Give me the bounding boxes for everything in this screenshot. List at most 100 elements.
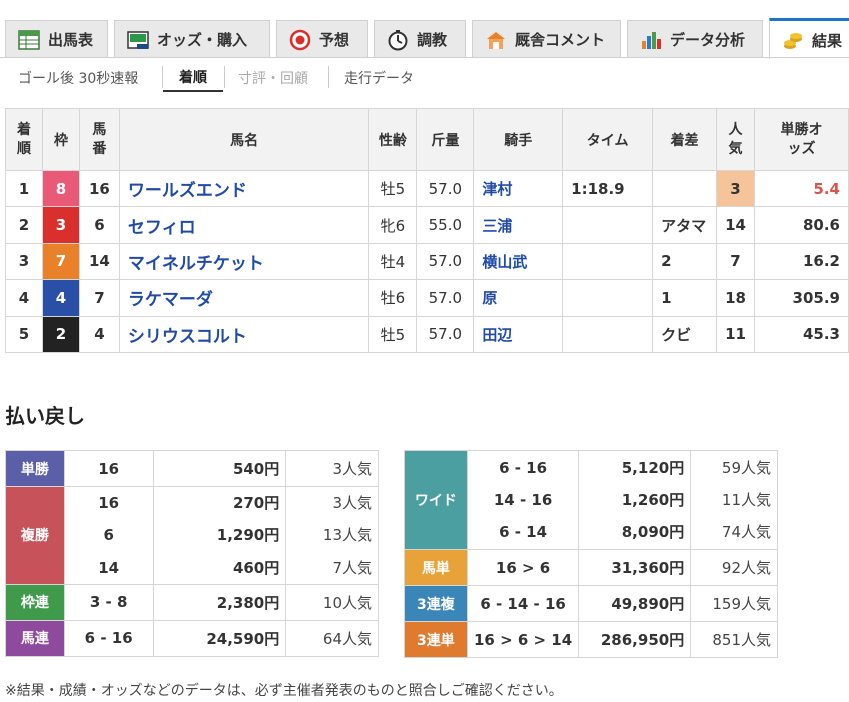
jockey-link[interactable]: 三浦 bbox=[473, 206, 564, 244]
waku-cell: 2 bbox=[41, 315, 80, 353]
stable-icon bbox=[485, 29, 507, 51]
result-table: 着順 枠 馬番 馬名 性齢 斤量 騎手 タイム 着差 人気 単勝オッズ 1 8 … bbox=[5, 108, 849, 353]
header-weight: 斤量 bbox=[416, 108, 475, 171]
horse-name-link[interactable]: マイネルチケット bbox=[118, 242, 370, 281]
tab-label: 予想 bbox=[319, 31, 350, 49]
margin-cell bbox=[652, 169, 718, 208]
horse-name-link[interactable]: セフィロ bbox=[118, 206, 370, 244]
weight-cell: 57.0 bbox=[416, 279, 475, 317]
amount-cell: 270円 1,290円 460円 bbox=[152, 486, 287, 585]
bet-type-label: 単勝 bbox=[5, 450, 65, 487]
number-cell: 4 bbox=[78, 315, 120, 353]
rank-cell: 4 bbox=[5, 279, 43, 317]
waku-cell: 4 bbox=[41, 279, 80, 317]
header-rank: 着順 bbox=[5, 108, 43, 171]
tab-label: 調教 bbox=[417, 31, 448, 49]
amount-line: 460円 bbox=[232, 558, 280, 577]
popularity-cell: 3人気 bbox=[285, 450, 379, 487]
combo-cell: 6 - 14 - 16 bbox=[466, 585, 580, 622]
popularity-cell: 59人気 11人気 74人気 bbox=[690, 450, 778, 550]
combo-line: 14 - 16 bbox=[493, 490, 553, 509]
pop-line: 13人気 bbox=[322, 526, 372, 545]
odds-cell: 45.3 bbox=[754, 315, 849, 353]
time-cell bbox=[562, 206, 654, 244]
bet-type-label: ワイド bbox=[404, 450, 468, 550]
time-cell bbox=[562, 315, 654, 353]
horse-name-link[interactable]: シリウスコルト bbox=[118, 315, 370, 353]
odds-cell: 16.2 bbox=[754, 242, 849, 281]
tab-data-analysis[interactable]: データ分析 bbox=[627, 20, 763, 58]
pop-line: 7人気 bbox=[332, 558, 372, 577]
combo-line: 6 - 14 bbox=[499, 523, 548, 542]
tab-label: 結果 bbox=[812, 31, 843, 50]
odds-cell: 5.4 bbox=[754, 169, 849, 208]
popularity-cell: 14 bbox=[716, 206, 755, 244]
amount-cell: 5,120円 1,260円 8,090円 bbox=[578, 450, 692, 550]
stopwatch-icon bbox=[387, 29, 409, 51]
time-cell bbox=[562, 242, 654, 281]
table-header-row: 着順 枠 馬番 馬名 性齢 斤量 騎手 タイム 着差 人気 単勝オッズ bbox=[5, 108, 849, 171]
amount-cell: 2,380円 bbox=[152, 583, 287, 621]
combo-cell: 3 - 8 bbox=[63, 583, 154, 621]
sex-age-cell: 牡5 bbox=[368, 315, 418, 353]
number-cell: 7 bbox=[78, 279, 120, 317]
sex-age-cell: 牡6 bbox=[368, 279, 418, 317]
pop-line: 11人気 bbox=[721, 490, 771, 509]
tab-label: 出馬表 bbox=[48, 31, 94, 49]
tab-stable-comment[interactable]: 厩舎コメント bbox=[472, 20, 621, 58]
subtab-review[interactable]: 寸評・回顧 bbox=[238, 64, 308, 92]
header-jockey: 騎手 bbox=[473, 108, 564, 171]
popularity-cell: 3 bbox=[716, 169, 755, 208]
subtab-finish-order[interactable]: 着順 bbox=[163, 64, 223, 92]
tab-label: 厩舎コメント bbox=[515, 31, 606, 49]
rank-cell: 1 bbox=[5, 169, 43, 208]
pop-line: 3人気 bbox=[332, 494, 372, 512]
subtab-divider bbox=[328, 66, 329, 88]
combo-line: 6 - 16 bbox=[499, 458, 548, 477]
weight-cell: 55.0 bbox=[416, 206, 475, 244]
tab-training[interactable]: 調教 bbox=[374, 20, 466, 58]
main-tabs: 出馬表 オッズ・購入 予想 調教 厩舎コメント データ分析 結果 bbox=[0, 0, 849, 59]
table-row: 1 8 16 ワールズエンド 牡5 57.0 津村 1:18.9 3 5.4 bbox=[5, 169, 849, 208]
coins-icon bbox=[782, 29, 804, 51]
horse-name-link[interactable]: ラケマーダ bbox=[118, 279, 370, 317]
table-row: 3 7 14 マイネルチケット 牡4 57.0 横山武 2 7 16.2 bbox=[5, 242, 849, 281]
weight-cell: 57.0 bbox=[416, 242, 475, 281]
subtab-running-data[interactable]: 走行データ bbox=[344, 64, 414, 92]
amount-cell: 49,890円 bbox=[578, 585, 692, 622]
bet-type-label: 馬連 bbox=[5, 619, 65, 657]
time-cell bbox=[562, 279, 654, 317]
header-time: タイム bbox=[562, 108, 654, 171]
tab-entries[interactable]: 出馬表 bbox=[5, 20, 108, 58]
tab-prediction[interactable]: 予想 bbox=[276, 20, 368, 58]
pop-line: 74人気 bbox=[721, 523, 771, 542]
tab-result[interactable]: 結果 bbox=[769, 18, 849, 59]
jockey-link[interactable]: 横山武 bbox=[473, 242, 564, 281]
amount-line: 270円 bbox=[232, 494, 280, 512]
subtab-quick-report[interactable]: ゴール後 30秒速報 bbox=[18, 64, 138, 92]
popularity-cell: 10人気 bbox=[285, 583, 379, 621]
combo-cell: 16 > 6 bbox=[466, 549, 580, 586]
target-icon bbox=[289, 29, 311, 51]
rank-cell: 3 bbox=[5, 242, 43, 281]
odds-cell: 305.9 bbox=[754, 279, 849, 317]
header-horse-name: 馬名 bbox=[118, 108, 370, 171]
jockey-link[interactable]: 津村 bbox=[473, 169, 564, 208]
bar-chart-icon bbox=[640, 29, 662, 51]
amount-line: 8,090円 bbox=[621, 523, 685, 542]
tab-label: オッズ・購入 bbox=[157, 31, 248, 49]
bet-type-label: 枠連 bbox=[5, 583, 65, 621]
amount-line: 1,290円 bbox=[216, 526, 280, 545]
tab-odds[interactable]: オッズ・購入 bbox=[114, 20, 270, 58]
popularity-cell: 851人気 bbox=[690, 621, 778, 658]
sub-tabs: ゴール後 30秒速報 着順 寸評・回顧 走行データ bbox=[0, 60, 849, 96]
payout-row-win: 単勝 16 540円 3人気 bbox=[5, 450, 379, 487]
amount-cell: 24,590円 bbox=[152, 619, 287, 657]
jockey-link[interactable]: 田辺 bbox=[473, 315, 564, 353]
combo-cell: 6 - 16 bbox=[63, 619, 154, 657]
popularity-cell: 159人気 bbox=[690, 585, 778, 622]
combo-line: 16 bbox=[98, 494, 120, 512]
jockey-link[interactable]: 原 bbox=[473, 279, 564, 317]
horse-name-link[interactable]: ワールズエンド bbox=[118, 169, 370, 208]
combo-line: 14 bbox=[98, 558, 120, 577]
